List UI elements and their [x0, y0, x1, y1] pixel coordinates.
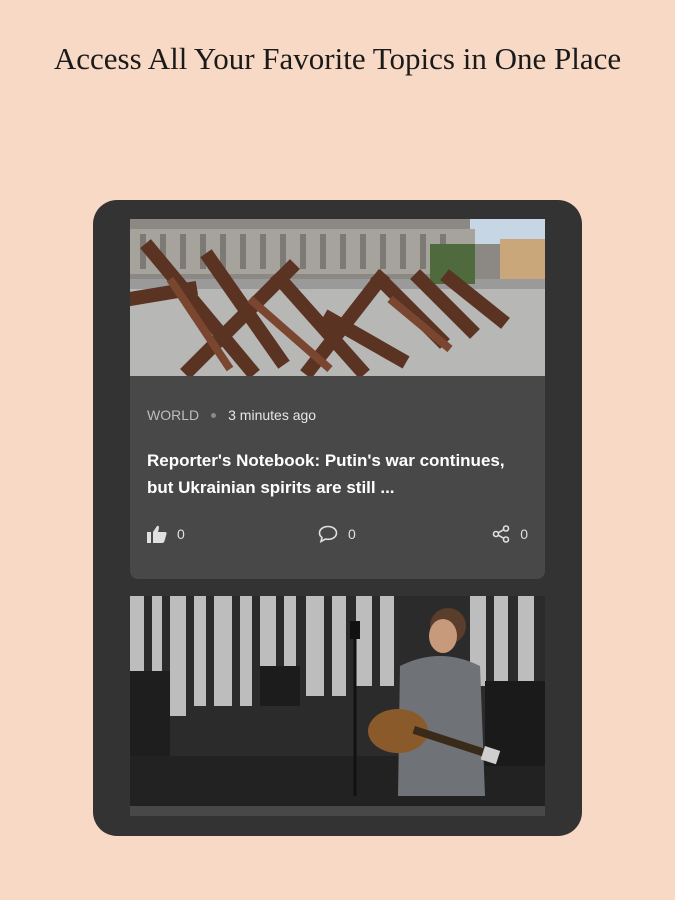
- article-title[interactable]: Reporter's Notebook: Putin's war continu…: [147, 447, 527, 501]
- share-button[interactable]: 0: [492, 525, 528, 543]
- separator-dot-icon: [211, 412, 217, 418]
- article-actions: 0 0 0: [147, 525, 528, 549]
- share-count: 0: [520, 526, 528, 542]
- article-meta: WORLD 3 minutes ago: [147, 407, 316, 423]
- share-icon: [492, 525, 510, 543]
- article-image[interactable]: [130, 219, 545, 376]
- comment-bubble-icon: [318, 525, 338, 543]
- comment-count: 0: [348, 526, 356, 542]
- timestamp: 3 minutes ago: [228, 407, 317, 423]
- article-image[interactable]: [130, 596, 545, 806]
- comment-button[interactable]: 0: [318, 525, 356, 543]
- thumbs-up-icon: [147, 525, 167, 543]
- promo-headline: Access All Your Favorite Topics in One P…: [53, 41, 622, 76]
- article-card[interactable]: WORLD 3 minutes ago Reporter's Notebook:…: [130, 219, 545, 579]
- app-screen: WORLD 3 minutes ago Reporter's Notebook:…: [130, 219, 545, 819]
- tablet-frame: WORLD 3 minutes ago Reporter's Notebook:…: [93, 200, 582, 836]
- category-label[interactable]: WORLD: [147, 407, 199, 423]
- like-count: 0: [177, 526, 185, 542]
- like-button[interactable]: 0: [147, 525, 185, 543]
- article-card[interactable]: [130, 596, 545, 816]
